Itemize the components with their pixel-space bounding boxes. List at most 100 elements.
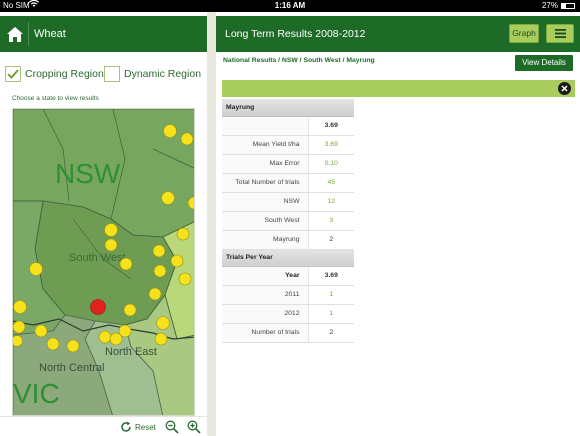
trial-site-marker[interactable] [98, 330, 112, 344]
row-label: NSW [222, 192, 308, 212]
refresh-icon [121, 421, 131, 432]
cropping-region-checkbox[interactable] [5, 66, 21, 82]
row-value: 2 [307, 323, 354, 343]
row-value: 2 [307, 230, 354, 250]
menu-button[interactable] [546, 24, 574, 43]
year-value: 3.69 [307, 266, 354, 286]
row-value: 3 [307, 211, 354, 231]
table-row: Max Error 0.10 [222, 154, 354, 174]
row-label: Mayrung [222, 230, 308, 250]
graph-button[interactable]: Graph [509, 24, 539, 43]
zoom-out-button[interactable] [165, 420, 179, 434]
trial-site-marker[interactable] [118, 324, 132, 338]
map-label-vic: VIC [13, 378, 60, 409]
site-header: Mayrung [222, 99, 354, 117]
table-row: South West 3 [222, 211, 354, 231]
details-bar [222, 80, 575, 97]
row-value: 1 [307, 304, 354, 324]
year-label: Year [222, 266, 308, 286]
table-row: 2011 1 [222, 285, 354, 305]
cropping-region-label: Cropping Region [25, 68, 104, 80]
table-row: 2012 1 [222, 304, 354, 324]
trial-site-marker[interactable] [104, 223, 118, 237]
close-icon [561, 85, 568, 92]
table-row: 3.69 [222, 116, 354, 136]
row-value: 45 [307, 173, 354, 193]
home-icon [7, 26, 23, 42]
zoom-in-button[interactable] [187, 420, 201, 434]
trial-site-marker[interactable] [178, 272, 192, 286]
map-label-south-west: South West [69, 252, 126, 264]
results-title: Long Term Results 2008-2012 [225, 28, 366, 40]
battery-icon [561, 3, 575, 9]
trial-site-marker[interactable] [119, 257, 133, 271]
trial-site-marker[interactable] [104, 238, 118, 252]
map-label-north-central: North Central [39, 362, 104, 374]
table-row: Number of trials 2 [222, 323, 354, 343]
close-button[interactable] [558, 82, 571, 95]
site-value-label [222, 116, 308, 136]
row-label: 2012 [222, 304, 308, 324]
table-row: Total Number of trials 45 [222, 173, 354, 193]
clock: 1:16 AM [274, 1, 306, 10]
trial-site-marker[interactable] [161, 191, 175, 205]
right-panel: Long Term Results 2008-2012 Graph Nation… [216, 12, 580, 436]
map-toolbar: Reset [0, 416, 207, 436]
trial-site-marker[interactable] [176, 227, 190, 241]
left-header: Wheat [0, 16, 207, 52]
site-value: 3.69 [307, 116, 354, 136]
trial-site-marker[interactable] [156, 316, 170, 330]
cropping-region-toggle[interactable]: Cropping Region [5, 64, 104, 84]
trial-site-marker[interactable] [13, 335, 23, 347]
trial-site-marker[interactable] [180, 132, 194, 146]
region-legend: Cropping Region Dynamic Region [5, 64, 205, 84]
selected-site-marker[interactable] [90, 299, 106, 315]
home-button[interactable] [3, 19, 27, 49]
map-label-nsw: NSW [55, 158, 121, 189]
row-label: Max Error [222, 154, 308, 174]
table-row: NSW 12 [222, 192, 354, 212]
row-label: 2011 [222, 285, 308, 305]
row-value: 1 [307, 285, 354, 305]
region-map[interactable]: NSW South West North East North Central … [12, 108, 195, 416]
table-row: Mayrung 2 [222, 230, 354, 250]
trial-site-marker[interactable] [153, 264, 167, 278]
status-bar: No SIM 1:16 AM 27% [0, 0, 580, 12]
results-table: Mayrung 3.69 Mean Yield t/ha 3.69 Max Er… [222, 99, 354, 343]
trial-site-marker[interactable] [123, 303, 137, 317]
dynamic-region-toggle[interactable]: Dynamic Region [104, 64, 201, 84]
dynamic-region-checkbox[interactable] [104, 66, 120, 82]
row-label: South West [222, 211, 308, 231]
trial-site-marker[interactable] [148, 287, 162, 301]
breadcrumb[interactable]: National Results / NSW / South West / Ma… [223, 57, 375, 64]
check-icon [7, 69, 19, 79]
table-row: Mean Yield t/ha 3.69 [222, 135, 354, 155]
trial-site-marker[interactable] [13, 300, 27, 314]
table-row: Year 3.69 [222, 266, 354, 286]
map-label-north-east: North East [105, 346, 157, 358]
trial-site-marker[interactable] [154, 332, 168, 346]
zoom-in-icon [187, 420, 201, 434]
right-header: Long Term Results 2008-2012 Graph [216, 16, 580, 52]
zoom-out-icon [165, 420, 179, 434]
trial-site-marker[interactable] [152, 244, 166, 258]
trial-site-marker[interactable] [29, 262, 43, 276]
row-value: 3.69 [307, 135, 354, 155]
trial-site-marker[interactable] [163, 124, 177, 138]
menu-icon [554, 29, 566, 38]
reset-label: Reset [135, 422, 156, 432]
trial-site-marker[interactable] [13, 320, 26, 334]
trial-site-marker[interactable] [170, 254, 184, 268]
header-divider [28, 22, 29, 46]
trial-site-marker[interactable] [46, 337, 60, 351]
trial-site-marker[interactable] [66, 339, 80, 353]
reset-button[interactable]: Reset [120, 420, 156, 434]
dynamic-region-label: Dynamic Region [124, 68, 202, 80]
row-label: Number of trials [222, 323, 308, 343]
view-details-button[interactable]: View Details [515, 55, 573, 71]
row-label: Total Number of trials [222, 173, 308, 193]
row-value: 12 [307, 192, 354, 212]
choose-state-hint: Choose a state to view results [12, 95, 99, 102]
left-panel: Wheat Cropping Region Dynamic Region Cho… [0, 12, 207, 436]
trial-site-marker[interactable] [34, 324, 48, 338]
